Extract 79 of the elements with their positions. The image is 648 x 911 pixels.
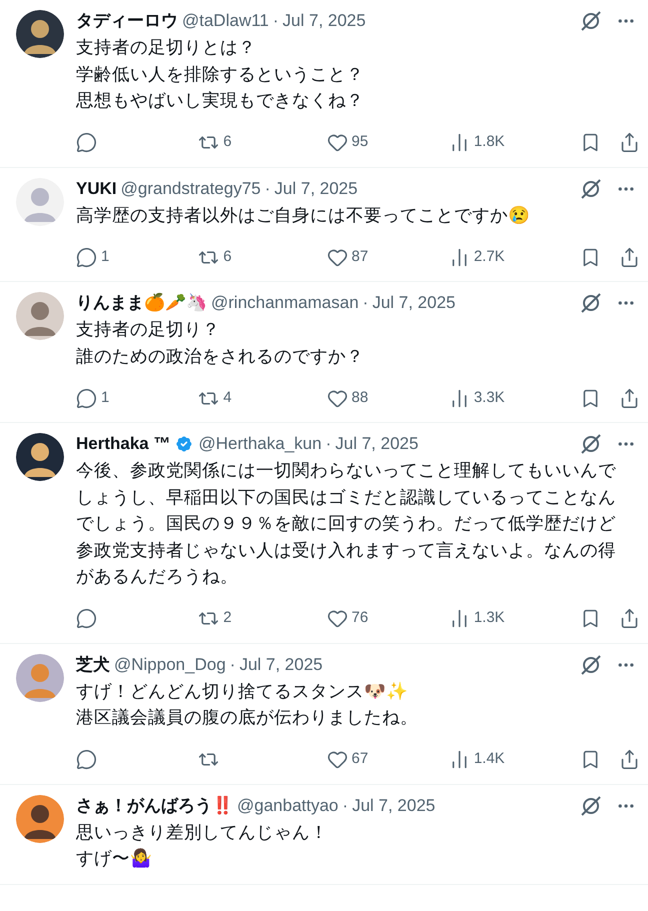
separator-dot: · [230,654,236,676]
reply-text-line: 支持者の足切り？ [76,318,221,341]
reply-text-line: でしょう。国民の９９％を敵に回すの笑うわ。だって低学歴だけど [76,512,617,535]
reply-icon[interactable] [76,749,97,770]
reply-text-line: 誰のための政治をされるのですか？ [76,344,365,368]
reply-text-line: 思想もやばいし実現もできなくね？ [76,89,365,112]
like-icon[interactable] [326,246,348,268]
action-count: 88 [352,388,368,408]
action-count: 3.3K [474,388,505,408]
user-handle[interactable]: @ganbattyao [237,792,338,818]
share-icon[interactable] [618,749,640,770]
separator-dot: · [362,292,368,314]
like-icon[interactable] [326,132,348,153]
reply-text-line: 港区議会議員の腹の底が伝わりましたね。 [76,706,419,729]
display-name[interactable]: さぁ！がんばろう‼ [76,792,233,818]
action-count: 1 [101,388,110,408]
reply-text-line: 高学歴の支持者以外はご自身には不要ってことですか😢 [76,204,531,226]
reply-text-line: 参政党支持者じゃない人は受け入れますって言えないよ。なんの得 [76,538,617,562]
post-date[interactable]: Jul 7, 2025 [282,8,366,34]
post-date[interactable]: Jul 7, 2025 [335,431,418,457]
action-count: 1 [101,246,110,267]
reply-text-line: すげ〜🤷‍♀ [76,847,153,870]
reply-text-line: しょうし、早稲田以下の国民はゴミだと認識しているってことなん [76,486,617,508]
action-count: 76 [352,608,368,628]
user-handle[interactable]: @taDlaw11 [182,8,269,34]
like-icon[interactable] [326,749,348,770]
separator-dot: · [272,10,279,32]
avatar[interactable] [16,433,64,481]
reply-text-line: 学齢低い人を排除するということ？ [76,62,365,86]
display-name[interactable]: りんまま🍊🥕🦄 [76,290,207,316]
share-icon[interactable] [618,246,640,268]
action-count: 2 [223,608,232,628]
reply-icon[interactable] [76,246,97,268]
display-name[interactable]: YUKI [76,176,117,202]
slashed-circle-icon[interactable] [580,10,602,32]
slashed-circle-icon[interactable] [580,654,602,676]
display-name[interactable]: 芝犬 [76,652,110,678]
reply-text-line: 今後、参政党関係には一切関わらないってこと理解してもいいんで [76,459,617,482]
reply-text-line: 思いっきり差別してんじゃん！ [76,820,329,844]
share-icon[interactable] [618,132,640,153]
slashed-circle-icon[interactable] [580,794,602,816]
user-handle[interactable]: @grandstrategy75 [120,176,261,202]
post-date[interactable]: Jul 7, 2025 [274,176,358,202]
action-count: 6 [223,246,232,267]
post-date[interactable]: Jul 7, 2025 [352,792,436,818]
reply-text-line: があるんだろうね。 [76,565,239,588]
reply-icon[interactable] [76,388,97,408]
user-handle[interactable]: @Herthaka_kun [198,431,322,457]
action-count: 1.4K [474,749,505,770]
action-count: 87 [352,246,368,267]
display-name[interactable]: Herthaka ™ [76,431,170,457]
action-count: 95 [352,132,368,152]
avatar[interactable] [16,10,64,58]
reply-text-line: 支持者の足切りとは？ [76,36,257,59]
user-handle[interactable]: @Nippon_Dog [114,652,226,678]
action-count: 67 [352,749,368,770]
reply-text-line: すげ！どんどん切り捨てるスタンス🐶✨ [76,680,409,702]
slashed-circle-icon[interactable] [580,433,602,455]
action-count: 6 [223,132,232,152]
action-count: 4 [223,388,232,408]
display-name[interactable]: タディーロウ [76,8,178,34]
action-count: 1.3K [474,608,505,628]
separator-dot: · [342,794,348,817]
post-date[interactable]: Jul 7, 2025 [372,290,456,316]
user-handle[interactable]: @rinchanmamasan [211,290,359,316]
separator-dot: · [264,178,270,200]
share-icon[interactable] [618,388,640,408]
reply-icon[interactable] [76,608,97,629]
like-icon[interactable] [326,388,348,408]
separator-dot: · [326,433,332,456]
action-count: 2.7K [474,246,505,267]
slashed-circle-icon[interactable] [580,292,602,314]
action-count: 1.8K [474,132,505,152]
slashed-circle-icon[interactable] [580,178,602,200]
like-icon[interactable] [326,608,348,629]
share-icon[interactable] [618,608,640,629]
reply-icon[interactable] [76,132,97,153]
post-date[interactable]: Jul 7, 2025 [239,652,323,678]
avatar[interactable] [16,794,64,842]
